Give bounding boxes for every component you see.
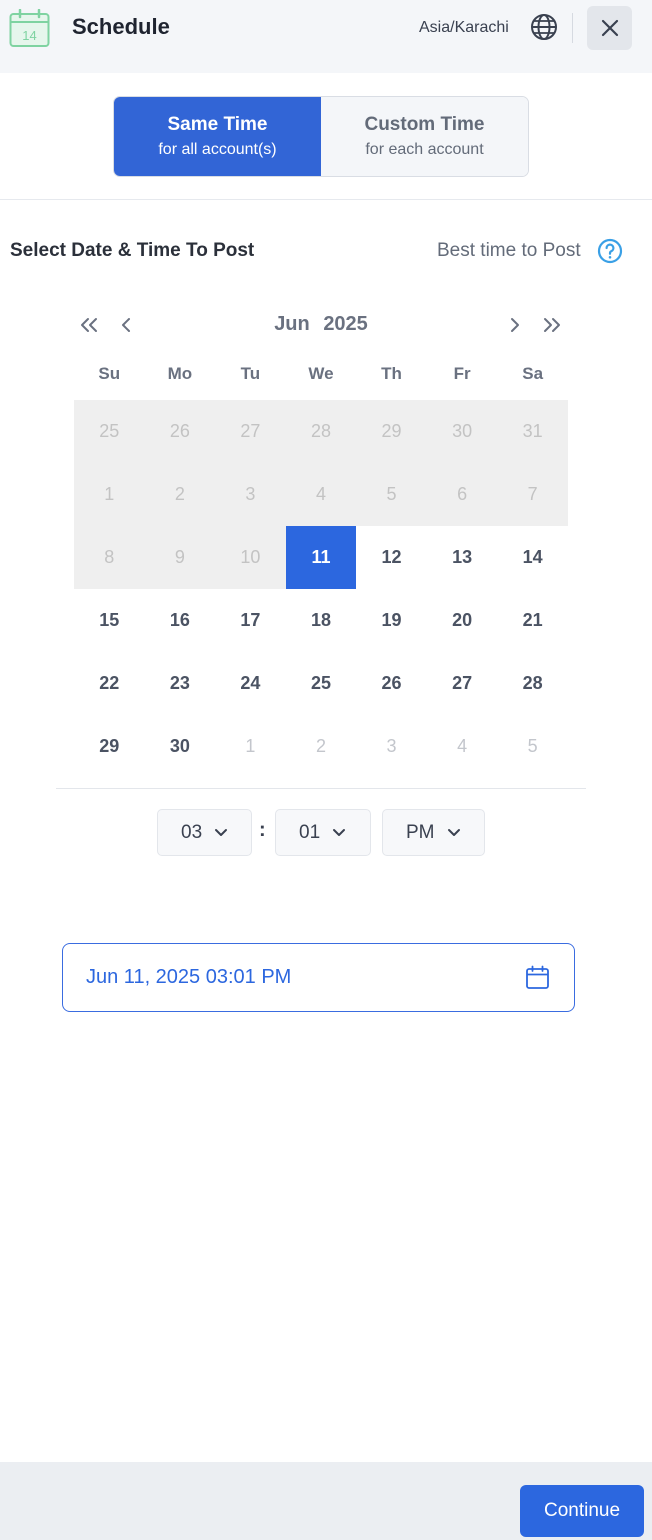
continue-button[interactable]: Continue <box>520 1485 644 1537</box>
page-title: Schedule <box>72 14 170 39</box>
question-circle-icon[interactable] <box>597 238 623 264</box>
calendar-day: 26 <box>144 400 216 463</box>
header-bar: 14 Schedule Asia/Karachi <box>0 0 652 73</box>
weekday-label: Th <box>381 364 402 383</box>
calendar-day[interactable]: 5 <box>497 715 568 778</box>
same-time-option[interactable]: Same Time for all account(s) <box>114 97 321 176</box>
chevron-down-icon <box>333 828 346 836</box>
calendar-day[interactable]: 30 <box>145 715 216 778</box>
year-label: 2025 <box>323 313 368 335</box>
hour-value: 03 <box>181 821 203 843</box>
timezone-label[interactable]: Asia/Karachi <box>419 19 509 37</box>
close-button[interactable] <box>587 6 632 50</box>
calendar-day[interactable]: 18 <box>286 589 357 652</box>
calendar-day[interactable]: 23 <box>145 652 216 715</box>
calendar-day: 8 <box>74 526 145 589</box>
calendar-day[interactable]: 28 <box>497 652 568 715</box>
calendar-day: 10 <box>215 526 286 589</box>
chevron-down-icon <box>447 828 460 836</box>
selected-datetime-value: Jun 11, 2025 03:01 PM <box>86 966 292 988</box>
calendar-day: 29 <box>356 400 427 463</box>
globe-icon[interactable] <box>530 13 558 41</box>
weekday-label: We <box>308 364 334 383</box>
best-time-link[interactable]: Best time to Post <box>437 240 581 262</box>
calendar-divider <box>56 788 586 789</box>
minute-select[interactable]: 01 <box>275 809 371 856</box>
next-month-button[interactable] <box>503 313 527 337</box>
calendar-day[interactable]: 19 <box>356 589 427 652</box>
calendar-day[interactable]: 24 <box>215 652 286 715</box>
calendar-day: 30 <box>426 400 498 463</box>
month-label: Jun <box>274 313 310 335</box>
calendar-day[interactable]: 25 <box>286 652 357 715</box>
calendar-day: 1 <box>74 463 145 526</box>
weekday-label: Mo <box>167 364 193 383</box>
calendar-day: 4 <box>285 463 357 526</box>
calendar-day: 28 <box>285 400 357 463</box>
calendar-day[interactable]: 12 <box>356 526 427 589</box>
same-time-label: Same Time <box>167 114 268 135</box>
calendar-day[interactable]: 16 <box>145 589 216 652</box>
calendar-green-icon: 14 <box>9 9 50 47</box>
weekday-label: Sa <box>522 364 544 383</box>
weekday-header: Su Mo Tu We Th Fr Sa <box>74 364 568 384</box>
section-title: Select Date & Time To Post <box>10 240 255 261</box>
hour-select[interactable]: 03 <box>157 809 252 856</box>
chevron-down-icon <box>215 828 228 836</box>
weekday-label: Tu <box>240 364 261 383</box>
custom-time-option[interactable]: Custom Time for each account <box>321 97 528 176</box>
calendar-day[interactable]: 27 <box>427 652 498 715</box>
calendar-day[interactable]: 2 <box>286 715 357 778</box>
calendar-day[interactable]: 17 <box>215 589 286 652</box>
period-select[interactable]: PM <box>382 809 485 856</box>
calendar-icon-text: 14 <box>22 28 36 43</box>
calendar-day[interactable]: 1 <box>215 715 286 778</box>
calendar-day: 9 <box>144 526 216 589</box>
calendar-day[interactable]: 14 <box>497 526 568 589</box>
custom-time-label: Custom Time <box>364 114 485 135</box>
minute-value: 01 <box>299 821 321 843</box>
calendar-day: 6 <box>426 463 498 526</box>
calendar-day[interactable]: 21 <box>497 589 568 652</box>
calendar-day[interactable]: 26 <box>356 652 427 715</box>
time-separator: : <box>259 819 266 841</box>
calendar-day[interactable]: 22 <box>74 652 145 715</box>
calendar-day: 25 <box>74 400 145 463</box>
calendar-day[interactable]: 13 <box>427 526 498 589</box>
calendar-day: 2 <box>144 463 216 526</box>
calendar-icon[interactable] <box>525 965 550 990</box>
schedule-mode-toggle: Same Time for all account(s) Custom Time… <box>113 96 529 177</box>
section-divider <box>0 199 652 200</box>
calendar-day: 27 <box>215 400 286 463</box>
chevron-right-icon <box>511 318 519 332</box>
calendar-day[interactable]: 15 <box>74 589 145 652</box>
selected-datetime-field[interactable]: Jun 11, 2025 03:01 PM <box>62 943 575 1012</box>
calendar-day[interactable]: 3 <box>356 715 427 778</box>
header-divider <box>572 13 573 43</box>
calendar-day-grid: 25 26 27 28 29 30 31 1 2 3 4 5 6 7 8 9 10 11 12 13 14 15 16 17 1… <box>74 400 568 778</box>
calendar-day: 31 <box>497 400 568 463</box>
calendar-day[interactable]: 29 <box>74 715 145 778</box>
calendar-day[interactable]: 4 <box>427 715 498 778</box>
weekday-label: Su <box>98 364 121 383</box>
next-year-button[interactable] <box>540 313 564 337</box>
calendar-day: 3 <box>215 463 286 526</box>
calendar-day: 7 <box>497 463 568 526</box>
calendar-day-selected[interactable]: 11 <box>285 526 357 589</box>
weekday-label: Fr <box>453 364 471 383</box>
custom-time-sublabel: for each account <box>365 141 484 158</box>
double-chevron-right-icon <box>544 318 560 332</box>
close-icon <box>601 19 618 37</box>
calendar-day[interactable]: 20 <box>427 589 498 652</box>
same-time-sublabel: for all account(s) <box>158 141 277 158</box>
period-value: PM <box>406 821 435 843</box>
calendar-day: 5 <box>356 463 427 526</box>
